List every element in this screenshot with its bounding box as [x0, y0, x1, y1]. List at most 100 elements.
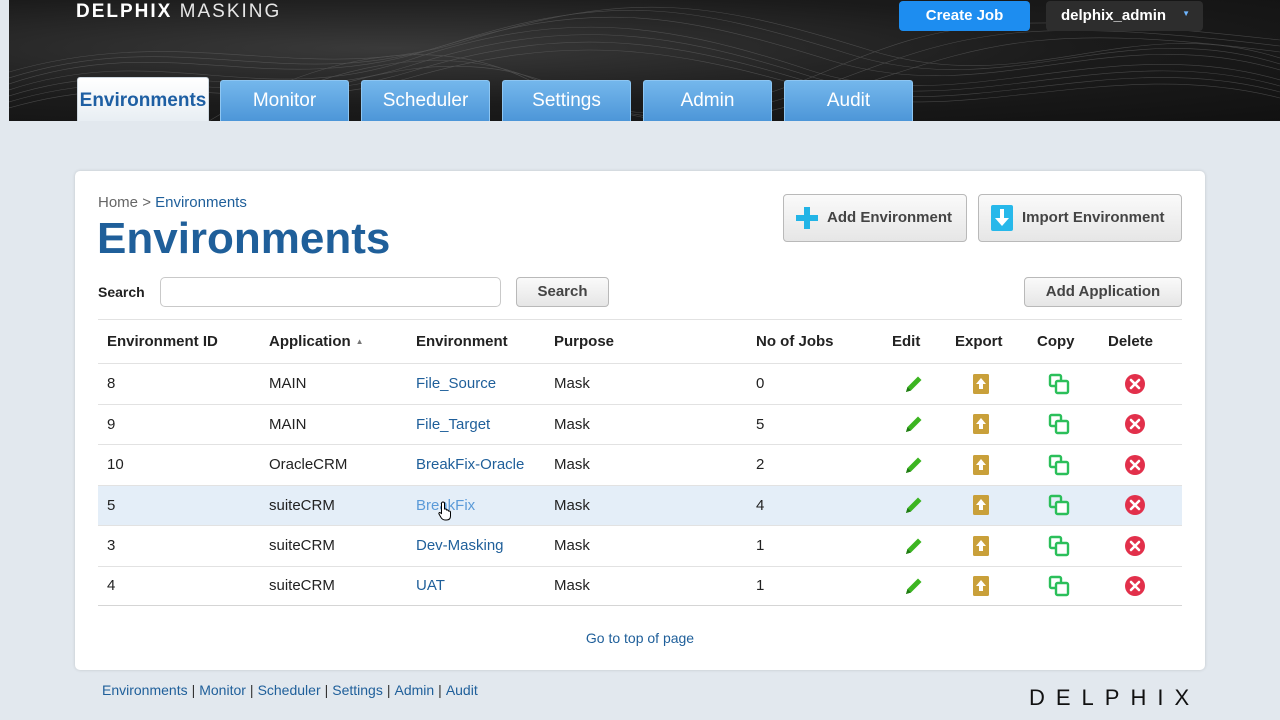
environment-link[interactable]: File_Source: [416, 364, 496, 404]
cell-no-of-jobs: 2: [756, 456, 765, 474]
delete-button[interactable]: [1115, 364, 1155, 404]
hand-cursor-icon: [438, 501, 451, 521]
tab-audit[interactable]: Audit: [784, 80, 913, 121]
import-environment-button[interactable]: Import Environment: [978, 194, 1182, 242]
edit-button[interactable]: [894, 364, 934, 404]
cell-purpose: Mask: [554, 537, 590, 555]
brand-logo: DELPHIX MASKING: [76, 1, 281, 23]
breadcrumb-home[interactable]: Home: [98, 194, 138, 211]
delete-button[interactable]: [1115, 486, 1155, 526]
export-button[interactable]: [961, 364, 1001, 404]
delete-button[interactable]: [1115, 567, 1155, 606]
cell-environment-id: 8: [107, 375, 116, 393]
copy-button[interactable]: [1039, 445, 1079, 485]
environment-link[interactable]: UAT: [416, 567, 445, 606]
go-to-top-link[interactable]: Go to top of page: [75, 630, 1205, 646]
table-row: 10 OracleCRM BreakFix-Oracle Mask 2: [98, 444, 1182, 485]
cell-environment-id: 10: [107, 456, 124, 474]
add-environment-label: Add Environment: [827, 209, 953, 226]
sort-ascending-icon: ▲: [355, 337, 364, 346]
cell-environment-id: 3: [107, 537, 116, 555]
cell-purpose: Mask: [554, 577, 590, 595]
cell-purpose: Mask: [554, 415, 590, 433]
environment-link[interactable]: File_Target: [416, 405, 490, 445]
cell-no-of-jobs: 1: [756, 537, 765, 555]
cell-application: OracleCRM: [269, 456, 348, 474]
edit-button[interactable]: [894, 567, 934, 606]
export-icon: [972, 373, 990, 395]
add-application-button[interactable]: Add Application: [1024, 277, 1182, 307]
search-input[interactable]: [160, 277, 501, 307]
footer-separator: |: [438, 682, 442, 698]
export-button[interactable]: [961, 445, 1001, 485]
edit-button[interactable]: [894, 526, 934, 566]
delete-button[interactable]: [1115, 405, 1155, 445]
cell-application: MAIN: [269, 375, 307, 393]
tab-settings[interactable]: Settings: [502, 80, 631, 121]
footer-link-monitor[interactable]: Monitor: [199, 682, 246, 698]
footer-link-settings[interactable]: Settings: [332, 682, 383, 698]
footer-separator: |: [191, 682, 196, 698]
header-application[interactable]: Application ▲: [269, 320, 364, 363]
environment-link[interactable]: BreakFix-Oracle: [416, 445, 524, 485]
cell-application: suiteCRM: [269, 537, 335, 555]
tab-scheduler[interactable]: Scheduler: [361, 80, 490, 121]
export-icon: [972, 454, 990, 476]
pencil-icon: [903, 494, 925, 516]
footer-link-audit[interactable]: Audit: [446, 682, 478, 698]
footer-link-environments[interactable]: Environments: [102, 682, 188, 698]
footer-nav: Environments | Monitor | Scheduler | Settings |…: [102, 682, 478, 698]
delete-icon: [1124, 373, 1146, 395]
copy-button[interactable]: [1039, 486, 1079, 526]
header-no-of-jobs[interactable]: No of Jobs: [756, 320, 834, 363]
pencil-icon: [903, 373, 925, 395]
edit-button[interactable]: [894, 486, 934, 526]
export-button[interactable]: [961, 405, 1001, 445]
tab-monitor[interactable]: Monitor: [220, 80, 349, 121]
export-button[interactable]: [961, 567, 1001, 606]
header-export: Export: [955, 333, 1003, 350]
footer-separator: |: [386, 682, 391, 698]
cell-no-of-jobs: 0: [756, 375, 765, 393]
tab-admin[interactable]: Admin: [643, 80, 772, 121]
tab-environments[interactable]: Environments: [77, 77, 209, 121]
copy-icon: [1048, 575, 1070, 597]
cell-purpose: Mask: [554, 456, 590, 474]
import-environment-label: Import Environment: [1022, 209, 1165, 226]
search-label: Search: [98, 284, 145, 300]
edit-button[interactable]: [894, 445, 934, 485]
app-header: DELPHIX MASKING Create Job delphix_admin…: [9, 0, 1280, 121]
pencil-icon: [903, 454, 925, 476]
environment-link[interactable]: Dev-Masking: [416, 526, 504, 566]
delete-button[interactable]: [1115, 526, 1155, 566]
create-job-button[interactable]: Create Job: [899, 1, 1030, 31]
breadcrumb-current[interactable]: Environments: [155, 194, 247, 211]
export-icon: [972, 413, 990, 435]
export-icon: [972, 575, 990, 597]
chevron-down-icon: ▼: [1182, 9, 1190, 18]
copy-button[interactable]: [1039, 526, 1079, 566]
export-button[interactable]: [961, 526, 1001, 566]
user-menu[interactable]: delphix_admin ▼: [1046, 1, 1203, 31]
copy-button[interactable]: [1039, 567, 1079, 606]
header-purpose[interactable]: Purpose: [554, 320, 614, 363]
header-environment-id[interactable]: Environment ID: [107, 320, 218, 363]
search-button[interactable]: Search: [516, 277, 609, 307]
copy-button[interactable]: [1039, 364, 1079, 404]
copy-button[interactable]: [1039, 405, 1079, 445]
footer-link-admin[interactable]: Admin: [394, 682, 434, 698]
add-environment-button[interactable]: Add Environment: [783, 194, 967, 242]
delete-icon: [1124, 575, 1146, 597]
brand-product: MASKING: [179, 1, 282, 22]
cell-application: MAIN: [269, 415, 307, 433]
header-environment[interactable]: Environment: [416, 320, 508, 363]
export-button[interactable]: [961, 486, 1001, 526]
export-icon: [972, 494, 990, 516]
footer-separator: |: [324, 682, 329, 698]
edit-button[interactable]: [894, 405, 934, 445]
environments-table: Environment ID Application ▲ Environment…: [98, 319, 1182, 606]
delete-button[interactable]: [1115, 445, 1155, 485]
cell-application: suiteCRM: [269, 577, 335, 595]
footer-link-scheduler[interactable]: Scheduler: [258, 682, 321, 698]
header-application-label: Application: [269, 333, 351, 350]
